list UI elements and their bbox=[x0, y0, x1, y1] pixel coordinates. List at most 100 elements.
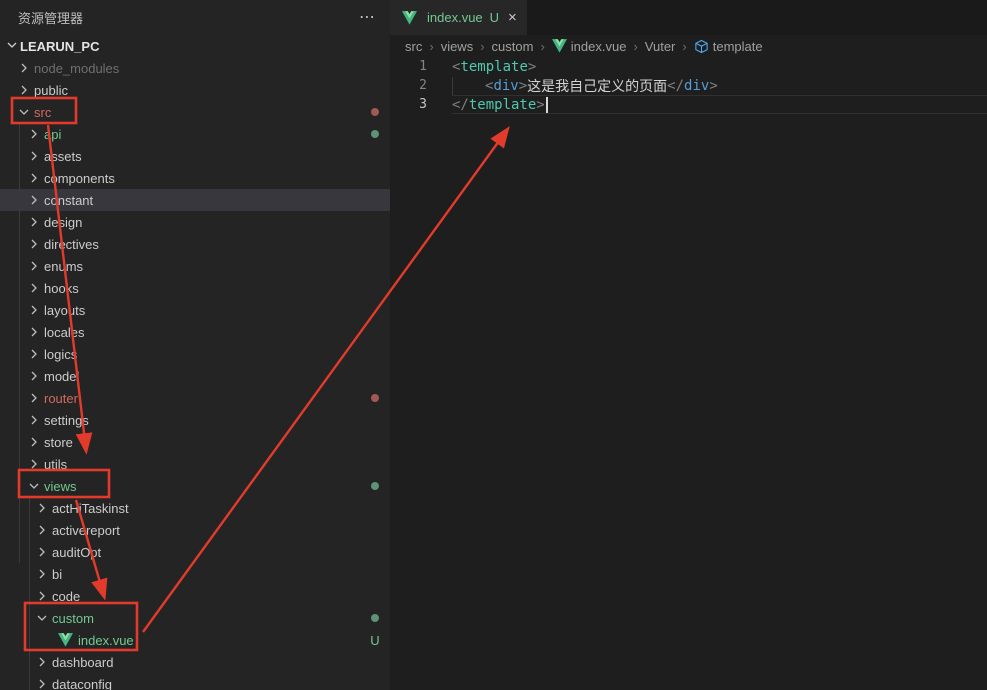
tree-item-public[interactable]: public bbox=[0, 79, 390, 101]
tree-item-router[interactable]: router bbox=[0, 387, 390, 409]
breadcrumb-item-template[interactable]: template bbox=[694, 39, 763, 54]
tree-item-code[interactable]: code bbox=[0, 585, 390, 607]
tree-item-label: design bbox=[44, 215, 82, 230]
tree-item-components[interactable]: components bbox=[0, 167, 390, 189]
tree-item-bi[interactable]: bi bbox=[0, 563, 390, 585]
workspace-root-item[interactable]: LEARUN_PC bbox=[0, 35, 390, 57]
chevron-right-icon bbox=[34, 522, 50, 538]
code-token: div bbox=[684, 78, 709, 94]
git-added-dot-icon bbox=[371, 482, 379, 490]
git-untracked-badge: U bbox=[490, 10, 499, 25]
tree-item-node-modules[interactable]: node_modules bbox=[0, 57, 390, 79]
tree-item-label: router bbox=[44, 391, 78, 406]
breadcrumb-label: views bbox=[441, 39, 474, 54]
breadcrumb-separator: › bbox=[429, 39, 433, 54]
tree-item-hooks[interactable]: hooks bbox=[0, 277, 390, 299]
tree-item-label: dashboard bbox=[52, 655, 113, 670]
tree-item-logics[interactable]: logics bbox=[0, 343, 390, 365]
tree-item-src[interactable]: src bbox=[0, 101, 390, 123]
tree-item-activereport[interactable]: activereport bbox=[0, 519, 390, 541]
tree-item-model[interactable]: model bbox=[0, 365, 390, 387]
chevron-right-icon bbox=[16, 82, 32, 98]
tree-item-dashboard[interactable]: dashboard bbox=[0, 651, 390, 673]
tree-item-layouts[interactable]: layouts bbox=[0, 299, 390, 321]
breadcrumb-label: src bbox=[405, 39, 422, 54]
line-content: <template> bbox=[452, 57, 536, 76]
code-token: </ bbox=[667, 78, 684, 94]
breadcrumb-item-views[interactable]: views bbox=[441, 39, 474, 54]
chevron-right-icon bbox=[34, 676, 50, 690]
tree-item-constant[interactable]: constant bbox=[0, 189, 390, 211]
tree-item-acthitaskinst[interactable]: actHiTaskinst bbox=[0, 497, 390, 519]
breadcrumb-label: template bbox=[713, 39, 763, 54]
line-content: <div> 这是我自己定义的页面 </div> bbox=[452, 76, 718, 95]
workspace-root-label: LEARUN_PC bbox=[20, 39, 99, 54]
tree-item-assets[interactable]: assets bbox=[0, 145, 390, 167]
git-added-dot-icon bbox=[371, 614, 379, 622]
tree-item-utils[interactable]: utils bbox=[0, 453, 390, 475]
code-token: > bbox=[528, 59, 536, 75]
chevron-down-icon bbox=[26, 478, 42, 494]
code-line-1[interactable]: 1<template> bbox=[390, 57, 987, 76]
git-untracked-badge: U bbox=[370, 633, 379, 648]
tree-item-views[interactable]: views bbox=[0, 475, 390, 497]
tree-item-api[interactable]: api bbox=[0, 123, 390, 145]
tree-item-settings[interactable]: settings bbox=[0, 409, 390, 431]
chevron-down-icon bbox=[4, 37, 20, 56]
vue-icon bbox=[402, 11, 417, 25]
symbol-cube-icon bbox=[694, 39, 709, 54]
file-tree: node_modulespublicsrcapiassetscomponents… bbox=[0, 57, 390, 690]
tree-item-index-vue[interactable]: index.vueU bbox=[0, 629, 390, 651]
breadcrumb-separator: › bbox=[633, 39, 637, 54]
tree-item-label: model bbox=[44, 369, 79, 384]
chevron-right-icon bbox=[26, 148, 42, 164]
code-line-3[interactable]: 3</template> bbox=[390, 95, 987, 114]
indent-guide bbox=[452, 77, 485, 95]
line-content: </template> bbox=[452, 95, 548, 114]
tab-index-vue[interactable]: index.vue U × bbox=[390, 0, 527, 35]
tree-item-label: locales bbox=[44, 325, 84, 340]
tree-item-locales[interactable]: locales bbox=[0, 321, 390, 343]
tree-item-auditopt[interactable]: auditOpt bbox=[0, 541, 390, 563]
chevron-right-icon bbox=[26, 170, 42, 186]
breadcrumb-item-vuter[interactable]: Vuter bbox=[645, 39, 676, 54]
code-token: < bbox=[452, 59, 460, 75]
tree-item-directives[interactable]: directives bbox=[0, 233, 390, 255]
chevron-right-icon bbox=[26, 412, 42, 428]
breadcrumb: src›views›custom›index.vue›Vuter›templat… bbox=[390, 35, 987, 57]
breadcrumb-item-custom[interactable]: custom bbox=[492, 39, 534, 54]
chevron-right-icon bbox=[26, 346, 42, 362]
code-editor[interactable]: 1<template>2<div> 这是我自己定义的页面 </div>3</te… bbox=[390, 57, 987, 690]
tree-item-design[interactable]: design bbox=[0, 211, 390, 233]
tree-item-label: settings bbox=[44, 413, 89, 428]
chevron-right-icon bbox=[26, 368, 42, 384]
chevron-right-icon bbox=[26, 456, 42, 472]
code-token: > bbox=[536, 97, 544, 113]
code-token: 这是我自己定义的页面 bbox=[527, 76, 667, 96]
chevron-down-icon bbox=[34, 610, 50, 626]
breadcrumb-item-src[interactable]: src bbox=[405, 39, 422, 54]
tab-bar: index.vue U × bbox=[390, 0, 987, 35]
tree-item-label: directives bbox=[44, 237, 99, 252]
breadcrumb-label: custom bbox=[492, 39, 534, 54]
tree-item-store[interactable]: store bbox=[0, 431, 390, 453]
code-line-2[interactable]: 2<div> 这是我自己定义的页面 </div> bbox=[390, 76, 987, 95]
tree-item-label: views bbox=[44, 479, 77, 494]
tree-item-label: actHiTaskinst bbox=[52, 501, 129, 516]
close-icon[interactable]: × bbox=[508, 9, 517, 26]
more-actions-icon[interactable]: ⋯ bbox=[359, 13, 376, 23]
chevron-right-icon bbox=[26, 126, 42, 142]
tree-item-custom[interactable]: custom bbox=[0, 607, 390, 629]
tree-item-label: store bbox=[44, 435, 73, 450]
tree-item-dataconfig[interactable]: dataconfig bbox=[0, 673, 390, 690]
breadcrumb-item-index-vue[interactable]: index.vue bbox=[552, 39, 627, 54]
tree-item-enums[interactable]: enums bbox=[0, 255, 390, 277]
chevron-right-icon bbox=[34, 500, 50, 516]
tree-item-label: constant bbox=[44, 193, 93, 208]
git-problem-dot-icon bbox=[371, 108, 379, 116]
vscode-window: 资源管理器 ⋯ LEARUN_PC node_modulespublicsrca… bbox=[0, 0, 987, 690]
tree-item-label: enums bbox=[44, 259, 83, 274]
code-token: </ bbox=[452, 97, 469, 113]
code-token: div bbox=[493, 78, 518, 94]
line-number: 2 bbox=[390, 78, 452, 93]
